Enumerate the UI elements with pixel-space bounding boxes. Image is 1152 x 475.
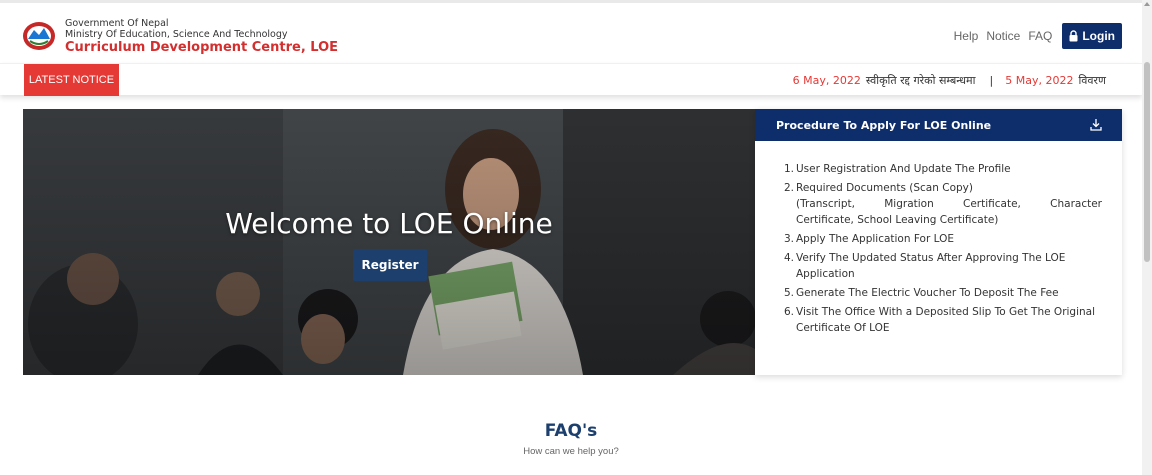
register-button[interactable]: Register [353,249,427,281]
step-text-block: Required Documents (Scan Copy) (Transcri… [796,180,1102,228]
list-item: 1. User Registration And Update The Prof… [784,161,1102,177]
hero-overlay [23,109,755,375]
list-item: 4. Verify The Updated Status After Appro… [784,250,1102,282]
scroll-up-icon[interactable] [1144,2,1150,6]
nav-faq[interactable]: FAQ [1028,29,1052,43]
faq-title: FAQ's [544,421,598,441]
list-item: 3. Apply The Application For LOE [784,231,1102,247]
top-nav: Help Notice FAQ Login [946,23,1122,49]
step-number: 3. [784,233,795,245]
nepal-emblem-icon [23,22,55,50]
procedure-title: Procedure To Apply For LOE Online [776,118,992,132]
notice-separator: | [989,73,994,87]
step-text: User Registration And Update The Profile [796,163,1011,175]
hero-banner: Welcome to LOE Online Register [23,109,755,375]
lock-icon [1069,30,1078,42]
procedure-header: Procedure To Apply For LOE Online [755,109,1122,141]
notice-link[interactable]: स्वीकृति रद्द गरेको सम्बन्धमा [866,73,976,88]
step-number: 6. [784,306,795,318]
login-button[interactable]: Login [1062,23,1122,49]
list-item: 2. Required Documents (Scan Copy) (Trans… [784,180,1102,228]
download-icon[interactable] [1090,118,1102,132]
step-subtext: (Transcript, Migration Certificate, Char… [796,198,1102,210]
hero-title: Welcome to LOE Online [225,207,553,240]
scroll-thumb[interactable] [1144,62,1150,262]
ministry-line: Ministry Of Education, Science And Techn… [65,29,288,40]
step-number: 1. [784,163,795,175]
notice-date: 5 May, 2022 [1005,73,1074,87]
notice-date: 6 May, 2022 [792,73,861,87]
org-title[interactable]: Curriculum Development Centre, LOE [65,40,338,55]
latest-notice-label: LATEST NOTICE [24,64,119,96]
nav-notice[interactable]: Notice [986,29,1020,43]
step-text: Apply The Application For LOE [796,233,954,245]
step-text: Required Documents (Scan Copy) [796,182,973,194]
step-text: Generate The Electric Voucher To Deposit… [796,287,1059,299]
faq-subtitle: How can we help you? [523,446,619,457]
step-text: Verify The Updated Status After Approvin… [796,252,1066,280]
step-text: Visit The Office With a Deposited Slip T… [796,306,1096,334]
step-number: 4. [784,252,795,264]
login-label: Login [1082,29,1115,43]
procedure-panel: Procedure To Apply For LOE Online 1. Use… [755,109,1122,375]
procedure-steps: 1. User Registration And Update The Prof… [755,141,1122,336]
step-number: 5. [784,287,795,299]
nav-help[interactable]: Help [954,29,979,43]
list-item: 6. Visit The Office With a Deposited Sli… [784,304,1102,336]
step-number: 2. [784,182,795,194]
gov-heading: Government Of Nepal Ministry Of Educatio… [65,18,338,55]
list-item: 5. Generate The Electric Voucher To Depo… [784,285,1102,301]
site-header: Government Of Nepal Ministry Of Educatio… [0,3,1142,63]
notice-bar: LATEST NOTICE 6 May, 2022 स्वीकृति रद्द … [0,63,1142,96]
notice-link[interactable]: विवरण [1078,73,1106,88]
notice-ticker: 6 May, 2022 स्वीकृति रद्द गरेको सम्बन्धम… [793,64,1106,96]
gov-line: Government Of Nepal [65,18,169,29]
step-subtext: Certificate, School Leaving Certificate) [796,214,999,226]
page-scrollbar[interactable] [1142,0,1152,475]
